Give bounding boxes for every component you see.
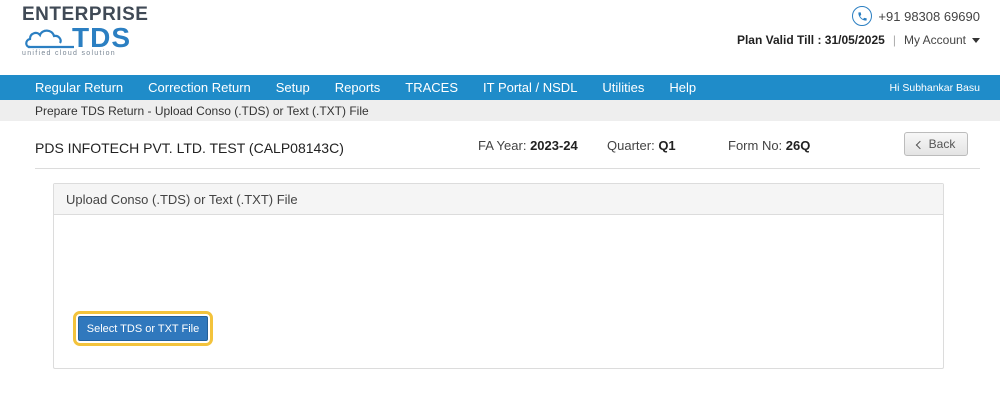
chevron-left-icon	[915, 140, 924, 149]
nav-item-it-portal-nsdl[interactable]: IT Portal / NSDL	[483, 80, 602, 95]
fa-year-label: FA Year:	[478, 138, 527, 153]
form-number: Form No: 26Q	[728, 138, 810, 153]
user-greeting[interactable]: Hi Subhankar Basu	[890, 75, 980, 100]
nav-item-setup[interactable]: Setup	[276, 80, 335, 95]
plan-valid-text: Plan Valid Till : 31/05/2025	[736, 33, 885, 47]
phone-icon	[852, 6, 873, 26]
nav-items: Regular Return Correction Return Setup R…	[0, 80, 721, 95]
plan-bar: Plan Valid Till : 31/05/2025 | My Accoun…	[737, 33, 980, 47]
contact-phone: +91 98308 69690	[852, 5, 980, 27]
form-label: Form No:	[728, 138, 783, 153]
phone-number: +91 98308 69690	[878, 8, 980, 24]
return-info-row: PDS INFOTECH PVT. LTD. TEST (CALP08143C)…	[35, 121, 980, 169]
my-account-dropdown[interactable]: My Account	[904, 33, 980, 47]
nav-item-regular-return[interactable]: Regular Return	[35, 80, 148, 95]
nav-item-help[interactable]: Help	[669, 80, 721, 95]
select-file-button[interactable]: Select TDS or TXT File	[78, 316, 208, 341]
header: ENTERPRISE TDS unified cloud solution +9…	[0, 0, 1000, 75]
main-nav: Regular Return Correction Return Setup R…	[0, 75, 1000, 100]
nav-item-traces[interactable]: TRACES	[405, 80, 483, 95]
quarter-value: Q1	[658, 138, 676, 153]
upload-panel: Upload Conso (.TDS) or Text (.TXT) File …	[53, 183, 944, 369]
form-value: 26Q	[785, 138, 811, 153]
company-name: PDS INFOTECH PVT. LTD. TEST (CALP08143C)	[35, 140, 344, 156]
nav-item-correction-return[interactable]: Correction Return	[148, 80, 276, 95]
separator: |	[892, 33, 896, 47]
nav-item-utilities[interactable]: Utilities	[602, 80, 669, 95]
my-account-label: My Account	[903, 33, 966, 47]
quarter: Quarter: Q1	[607, 138, 676, 153]
quarter-label: Quarter:	[607, 138, 655, 153]
logo-tagline: unified cloud solution	[22, 50, 116, 57]
enterprise-tds-logo[interactable]: ENTERPRISE TDS unified cloud solution	[22, 4, 148, 59]
panel-title: Upload Conso (.TDS) or Text (.TXT) File	[54, 184, 943, 215]
fa-year: FA Year: 2023-24	[478, 138, 578, 153]
back-label: Back	[928, 137, 956, 151]
back-button[interactable]: Back	[904, 132, 968, 156]
caret-down-icon	[972, 37, 980, 43]
nav-item-reports[interactable]: Reports	[335, 80, 406, 95]
fa-year-value: 2023-24	[530, 138, 578, 153]
breadcrumb: Prepare TDS Return - Upload Conso (.TDS)…	[0, 100, 1000, 121]
cloud-icon	[25, 29, 74, 49]
